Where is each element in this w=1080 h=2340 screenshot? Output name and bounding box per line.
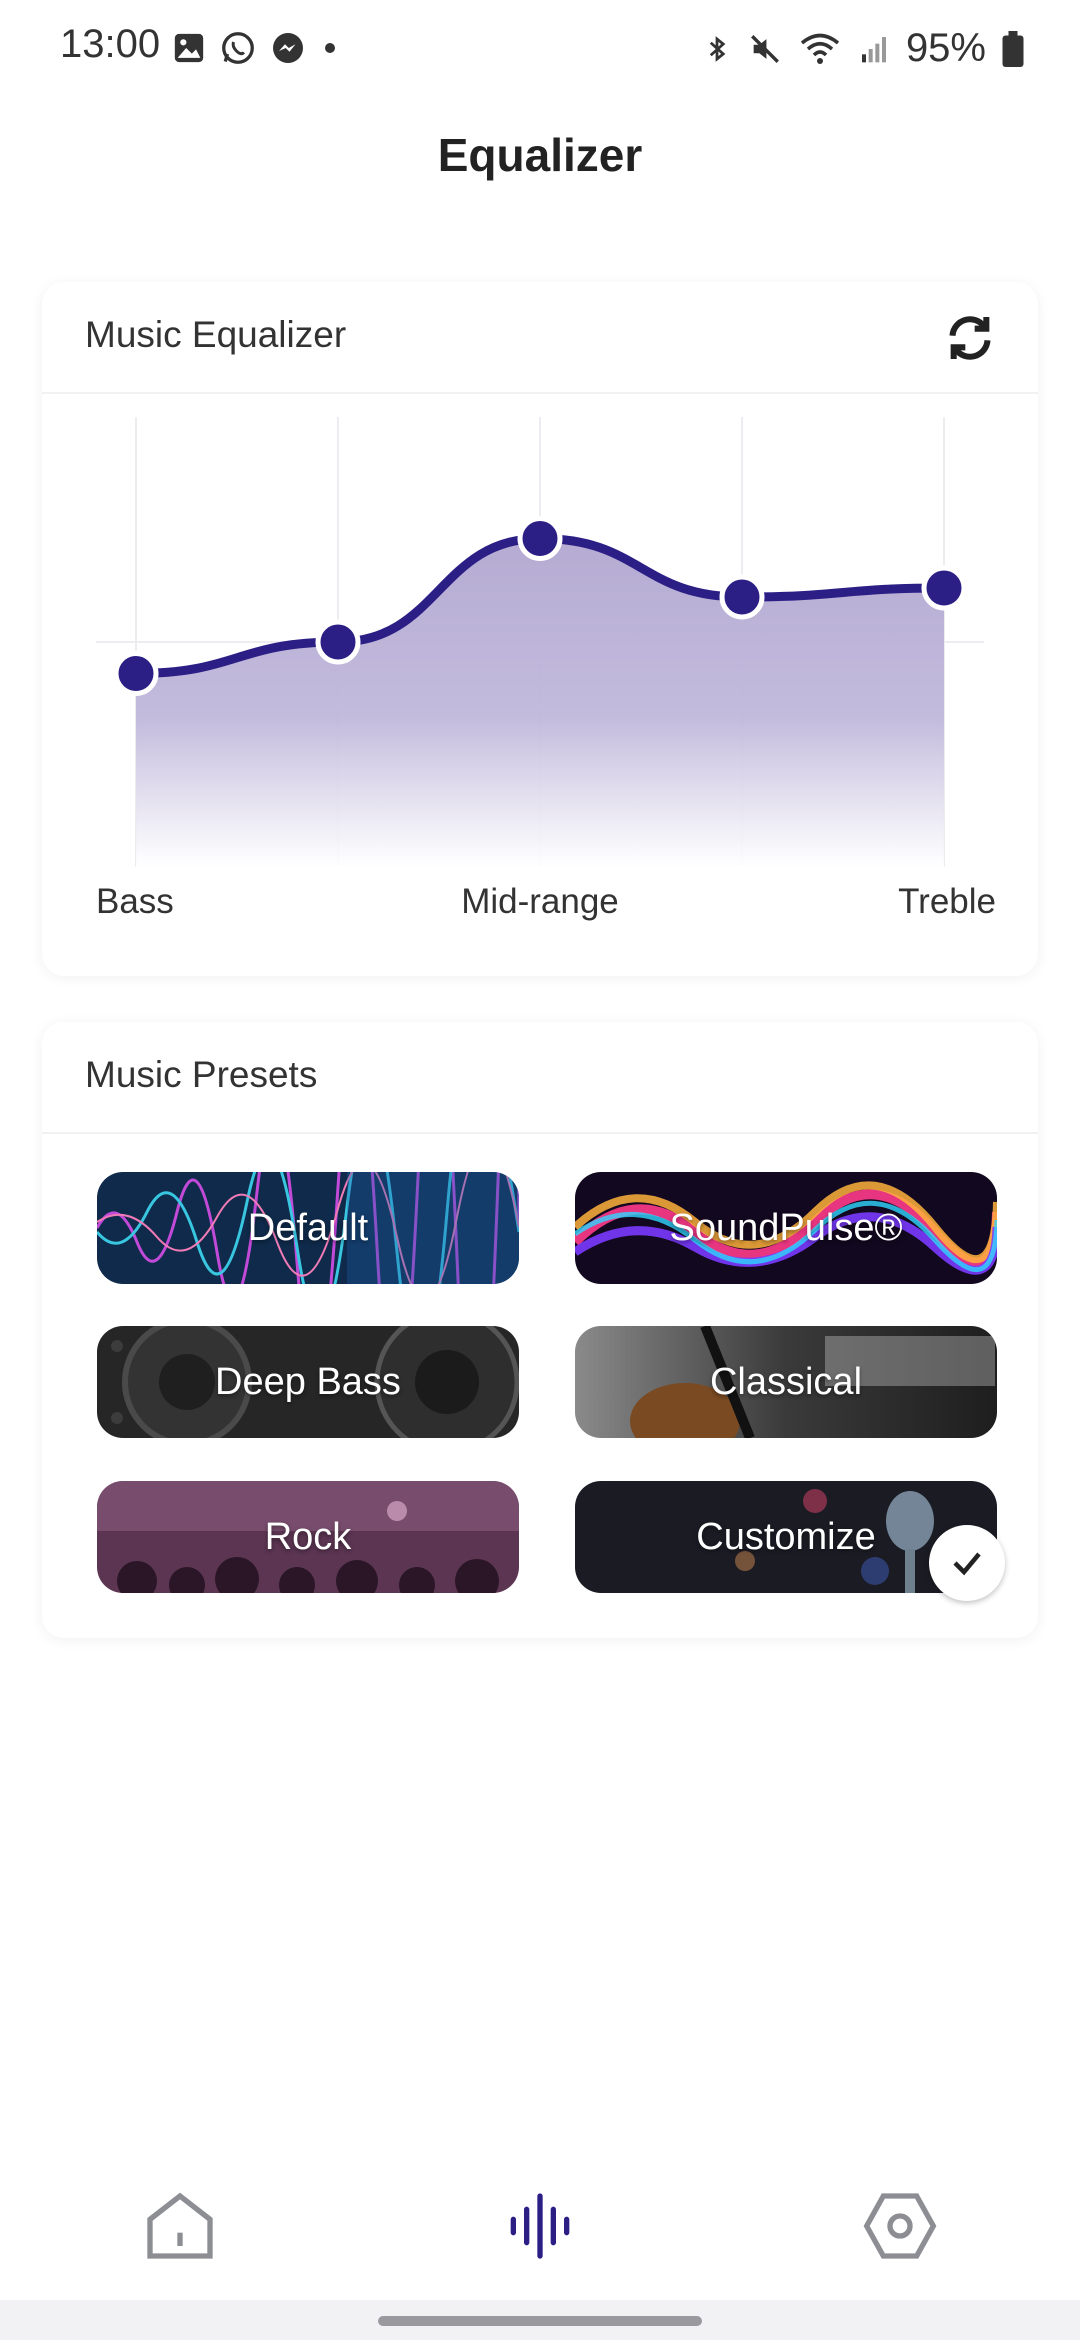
band-5-handle[interactable]	[921, 565, 967, 611]
equalizer-card-title: Music Equalizer	[85, 314, 347, 355]
preset-classical-button[interactable]: Classical	[575, 1326, 997, 1438]
preset-rock-button[interactable]: Rock	[97, 1481, 519, 1593]
reset-equalizer-button[interactable]	[942, 310, 998, 366]
status-bar: 13:00 95%	[0, 0, 1080, 100]
equalizer-icon	[510, 2193, 570, 2259]
preset-soundpulse-button[interactable]: SoundPulse®	[575, 1172, 997, 1284]
preset-soundpulse-label: SoundPulse®	[669, 1206, 903, 1249]
equalizer-card-header: Music Equalizer	[42, 282, 1038, 394]
preset-rock-label: Rock	[264, 1515, 352, 1558]
checkmark-icon	[953, 1552, 981, 1576]
preset-deep-bass-button[interactable]: Deep Bass	[97, 1326, 519, 1438]
battery-icon	[1002, 30, 1024, 67]
status-time: 13:00	[60, 22, 161, 66]
messenger-icon	[273, 33, 303, 63]
system-icons: 95%	[702, 26, 1024, 71]
page-title: Equalizer	[437, 129, 643, 181]
band-1-handle[interactable]	[113, 651, 159, 696]
band-4-handle[interactable]	[719, 574, 765, 620]
signal-icon	[861, 36, 886, 62]
preset-classical-label: Classical	[709, 1360, 863, 1403]
band-3-handle[interactable]	[517, 516, 563, 561]
settings-icon	[863, 2193, 937, 2259]
equalizer-chart	[96, 417, 984, 867]
bottom-nav	[0, 2160, 1080, 2280]
dot-icon	[325, 43, 335, 53]
wifi-icon	[800, 33, 840, 64]
home-gesture-pill[interactable]	[378, 2316, 702, 2326]
mute-icon	[750, 34, 779, 63]
preset-deep-bass-label: Deep Bass	[215, 1360, 401, 1403]
nav-equalizer-button[interactable]	[500, 2186, 580, 2266]
home-icon	[147, 2192, 213, 2259]
notification-icons	[172, 30, 340, 66]
gesture-bar	[0, 2300, 1080, 2340]
selected-badge	[929, 1525, 1005, 1601]
preset-default-label: Default	[247, 1206, 369, 1249]
band-2-handle[interactable]	[315, 619, 361, 665]
whatsapp-icon	[222, 32, 254, 64]
preset-customize-button[interactable]: Customize	[575, 1481, 1005, 1601]
presets-card-title: Music Presets	[85, 1054, 318, 1095]
nav-settings-button[interactable]	[860, 2186, 940, 2266]
preset-default-button[interactable]: Default	[97, 1172, 519, 1284]
gallery-icon	[174, 33, 204, 63]
bluetooth-icon	[709, 35, 726, 62]
presets-card: Music Presets Default SoundPulse® Deep B…	[42, 1022, 1038, 1638]
equalizer-curve-fill	[136, 538, 944, 867]
battery-percent: 95%	[905, 26, 986, 70]
nav-home-button[interactable]	[140, 2186, 220, 2266]
presets-card-header: Music Presets	[42, 1022, 1038, 1134]
band-label-mid-range: Mid-range	[461, 882, 619, 921]
band-label-treble: Treble	[898, 882, 996, 921]
equalizer-card: Music Equalizer Bass Mid-range Treble	[42, 282, 1038, 976]
preset-customize-label: Customize	[696, 1515, 876, 1558]
